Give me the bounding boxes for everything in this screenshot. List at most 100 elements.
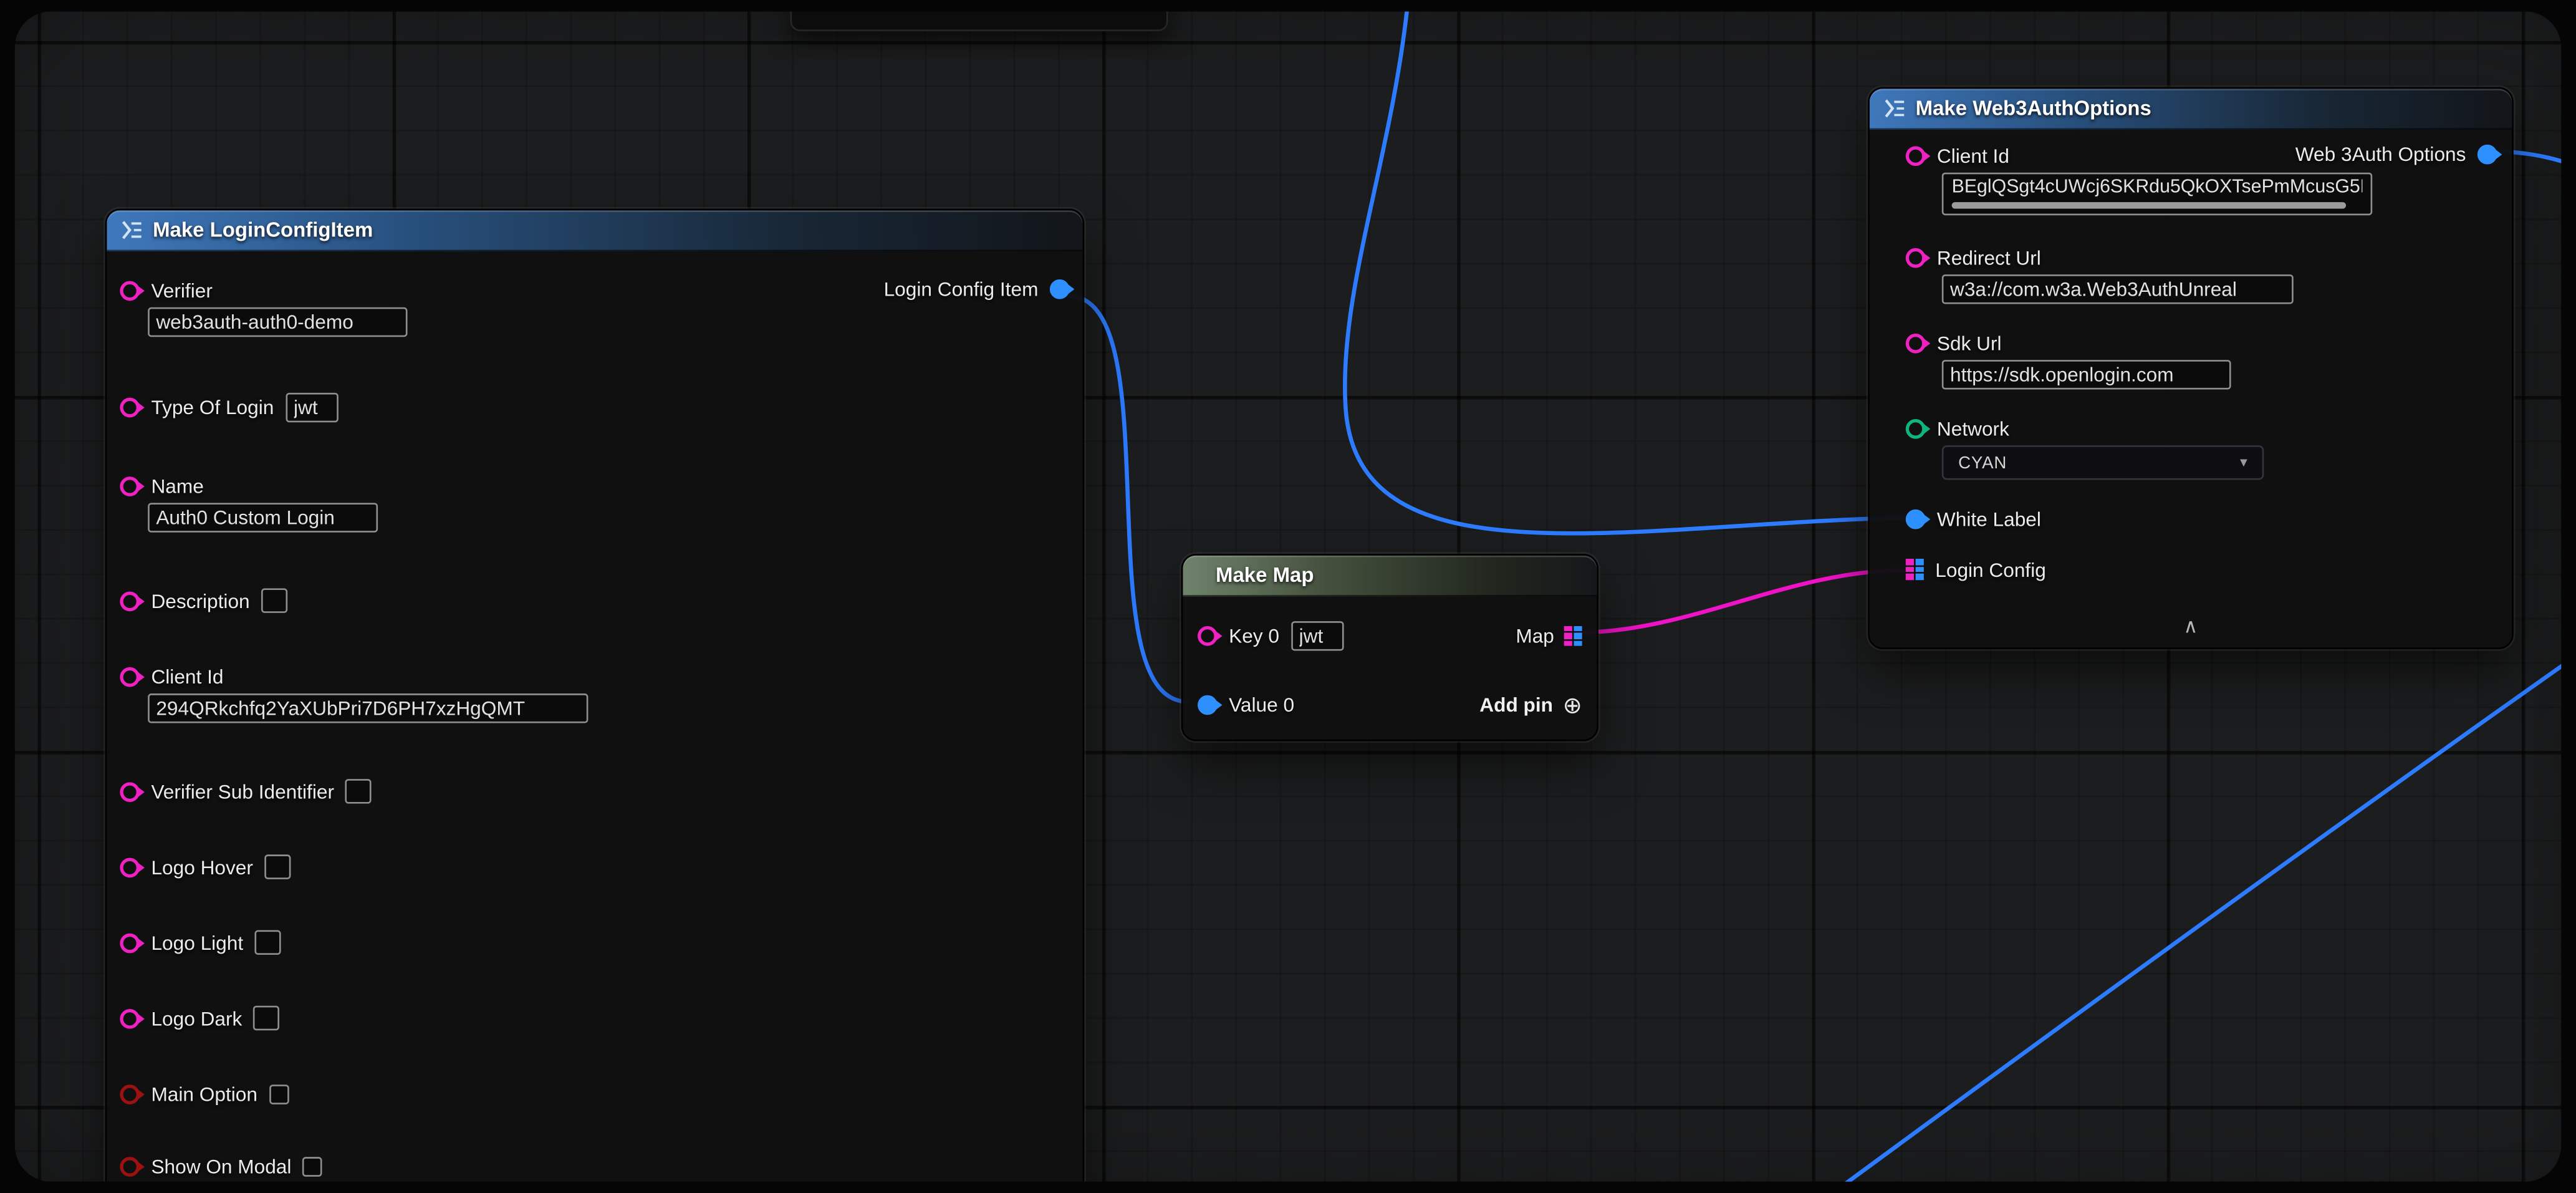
description-field[interactable] (261, 588, 287, 613)
white-label-label: White Label (1937, 507, 2041, 530)
wire-map-to-login-config[interactable] (1575, 570, 1904, 632)
client-id-label: Client Id (1937, 144, 2009, 167)
add-pin-button[interactable]: Add pin ⊕ (1479, 693, 1582, 717)
node-title: Make LoginConfigItem (153, 218, 373, 241)
input-row-main-option: Main Option (120, 1081, 1066, 1106)
sdk-url-pin[interactable] (1906, 333, 1926, 353)
input-row-type-of-login: Type Of Login (120, 393, 1066, 422)
login-config-item-output-pin[interactable] (1050, 279, 1070, 299)
client-id-field[interactable] (148, 693, 588, 723)
key0-label: Key 0 (1229, 624, 1279, 647)
make-struct-icon (122, 220, 143, 240)
map-row-key0: Key 0 Map (1198, 616, 1582, 655)
network-pin[interactable] (1906, 418, 1926, 438)
output-pin-label: Web 3Auth Options (2295, 143, 2466, 166)
input-row-logo-hover: Logo Hover (120, 854, 1066, 879)
node-header-make-map[interactable]: Make Map (1183, 556, 1597, 597)
node-make-web3authoptions[interactable]: Make Web3AuthOptions Web 3Auth Options C… (1868, 87, 2514, 649)
logo-hover-label: Logo Hover (151, 856, 253, 879)
redirect-url-label: Redirect Url (1937, 246, 2041, 269)
show-on-modal-checkbox[interactable] (303, 1156, 323, 1176)
input-row-sdk-url: Sdk Url (1906, 331, 2496, 390)
redirect-url-field[interactable] (1942, 274, 2294, 304)
input-row-login-config: Login Config (1906, 557, 2496, 582)
redirect-url-pin[interactable] (1906, 248, 1926, 268)
logo-light-label: Logo Light (151, 931, 243, 954)
value0-pin[interactable] (1198, 695, 1218, 715)
main-option-label: Main Option (151, 1082, 257, 1105)
horizontal-scrollbar[interactable] (1952, 202, 2346, 209)
network-dropdown[interactable]: CYAN ▾ (1942, 445, 2264, 480)
main-option-pin[interactable] (120, 1084, 140, 1104)
verifier-sub-identifier-pin[interactable] (120, 781, 140, 801)
node-make-map[interactable]: Make Map Key 0 Map (1181, 554, 1598, 741)
map-output-label: Map (1516, 624, 1554, 647)
logo-light-pin[interactable] (120, 932, 140, 952)
key0-field[interactable] (1290, 621, 1343, 650)
sdk-url-field[interactable] (1942, 360, 2231, 389)
login-config-label: Login Config (1935, 558, 2046, 581)
login-config-pin[interactable] (1906, 559, 1924, 580)
collapse-chevron-icon[interactable]: ∧ (1870, 616, 2512, 637)
logo-hover-field[interactable] (264, 854, 291, 879)
output-pin-label: Login Config Item (884, 278, 1039, 301)
editor-viewport: Make LoginConfigItem Login Config Item V… (0, 0, 2576, 1193)
verifier-field[interactable] (148, 307, 407, 337)
description-pin[interactable] (120, 591, 140, 611)
web3auth-options-output-pin[interactable] (2477, 145, 2497, 165)
name-field[interactable] (148, 503, 378, 532)
value0-label: Value 0 (1229, 693, 1294, 717)
verifier-sub-identifier-label: Verifier Sub Identifier (151, 780, 334, 803)
verifier-sub-identifier-field[interactable] (345, 779, 372, 804)
node-title: Make Web3AuthOptions (1916, 97, 2151, 120)
key0-pin[interactable] (1198, 626, 1218, 646)
white-label-pin[interactable] (1906, 509, 1926, 529)
wire-bottom-right-diagonal[interactable] (1785, 606, 2561, 1181)
input-row-white-label: White Label (1906, 506, 2496, 531)
node-title: Make Map (1216, 564, 1314, 587)
logo-dark-pin[interactable] (120, 1008, 140, 1028)
logo-dark-label: Logo Dark (151, 1007, 242, 1030)
input-row-description: Description (120, 588, 1066, 613)
output-row-login-config-item: Login Config Item (884, 278, 1070, 301)
name-label: Name (151, 474, 203, 497)
client-id-pin[interactable] (120, 667, 140, 687)
node-body: Login Config Item Verifier Type Of Login (107, 251, 1082, 1182)
client-id-pin[interactable] (1906, 145, 1926, 165)
show-on-modal-pin[interactable] (120, 1156, 140, 1176)
chevron-down-icon: ▾ (2240, 453, 2247, 471)
input-row-show-on-modal: Show On Modal (120, 1154, 1066, 1179)
output-row-web3auth-options: Web 3Auth Options (2295, 143, 2497, 166)
verifier-pin[interactable] (120, 280, 140, 300)
wire-offscreen-to-white-label[interactable] (1345, 11, 1904, 533)
sdk-url-label: Sdk Url (1937, 331, 2002, 354)
client-id-value: BEglQSgt4cUWcj6SKRdu5QkOXTsePmMcusG5EAoy… (1952, 178, 2363, 198)
map-row-value0: Value 0 Add pin ⊕ (1198, 685, 1582, 725)
description-label: Description (151, 589, 249, 612)
offscreen-node-top[interactable] (791, 11, 1168, 31)
network-selected-value: CYAN (1958, 453, 2007, 473)
node-header-make-loginconfigitem[interactable]: Make LoginConfigItem (107, 210, 1082, 251)
logo-hover-pin[interactable] (120, 857, 140, 877)
type-of-login-field[interactable] (286, 393, 338, 422)
client-id-field[interactable]: BEglQSgt4cUWcj6SKRdu5QkOXTsePmMcusG5EAoy… (1942, 173, 2372, 216)
input-row-redirect-url: Redirect Url (1906, 245, 2496, 304)
map-output-pin[interactable] (1564, 625, 1582, 646)
add-pin-label: Add pin (1479, 693, 1553, 717)
blueprint-graph-canvas[interactable]: Make LoginConfigItem Login Config Item V… (15, 11, 2562, 1181)
input-row-name: Name (120, 473, 1066, 533)
input-row-verifier-sub-identifier: Verifier Sub Identifier (120, 779, 1066, 804)
main-option-checkbox[interactable] (269, 1084, 289, 1104)
node-header-make-web3authoptions[interactable]: Make Web3AuthOptions (1870, 89, 2512, 130)
logo-dark-field[interactable] (254, 1006, 280, 1031)
logo-light-field[interactable] (255, 930, 281, 955)
input-row-network: Network CYAN ▾ (1906, 416, 2496, 480)
input-row-logo-dark: Logo Dark (120, 1006, 1066, 1031)
node-make-loginconfigitem[interactable]: Make LoginConfigItem Login Config Item V… (105, 209, 1085, 1182)
name-pin[interactable] (120, 476, 140, 496)
node-body: Web 3Auth Options Client Id BEglQSgt4cUW… (1870, 130, 2512, 582)
type-of-login-pin[interactable] (120, 398, 140, 418)
wire-login-config-item-to-value0[interactable] (1068, 296, 1188, 702)
input-row-client-id: Client Id (120, 664, 1066, 723)
network-label: Network (1937, 417, 2009, 440)
